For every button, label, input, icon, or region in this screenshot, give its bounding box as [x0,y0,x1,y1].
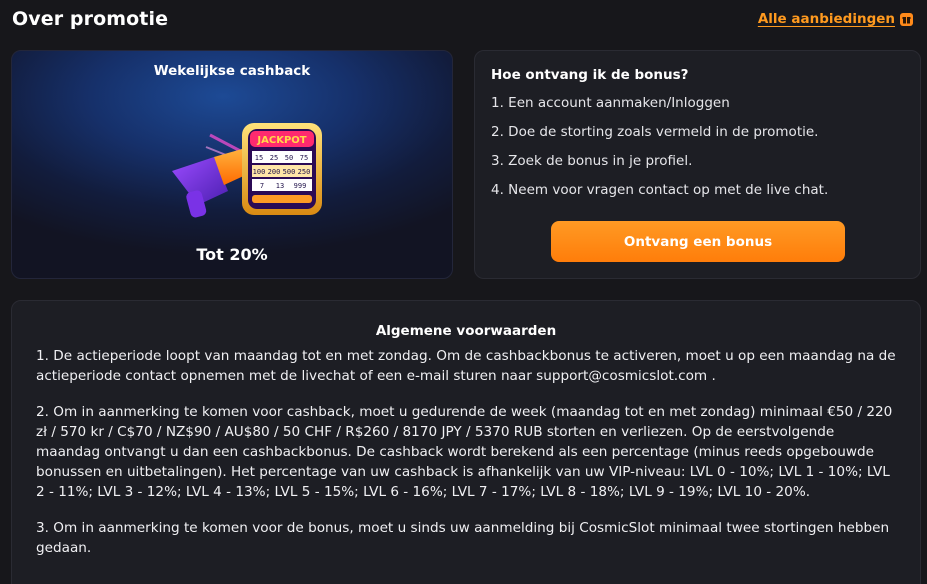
bonus-steps-card: Hoe ontvang ik de bonus? 1. Een account … [474,50,921,279]
jackpot-text: JACKPOT [256,135,306,146]
promo-card: Wekelijkse cashback JACKPOT 15 25 50 75 … [11,50,453,279]
step-item: 1. Een account aanmaken/Inloggen [491,95,730,111]
page-title: Over promotie [12,8,169,30]
slot-cell: 250 [298,168,311,176]
header: Over promotie Alle aanbiedingen [12,6,913,32]
all-offers-link[interactable]: Alle aanbiedingen [758,11,913,27]
slot-cell: 500 [283,168,296,176]
promo-value: Tot 20% [196,245,268,264]
slot-cell: 25 [270,154,278,162]
steps-title: Hoe ontvang ik de bonus? [491,67,689,83]
terms-paragraph: 2. Om in aanmerking te komen voor cashba… [36,404,893,500]
slot-cell: 200 [268,168,281,176]
slot-cell: 999 [294,182,307,190]
terms-card: Algemene voorwaarden 1. De actieperiode … [11,300,921,584]
step-item: 4. Neem voor vragen contact op met de li… [491,182,829,198]
all-offers-label[interactable]: Alle aanbiedingen [758,11,895,27]
slot-machine-gun-illustration: JACKPOT 15 25 50 75 100 200 500 250 7 13… [172,123,322,218]
slot-cell: 15 [255,154,263,162]
slot-cell: 13 [276,182,284,190]
terms-title: Algemene voorwaarden [375,323,557,339]
promo-title: Wekelijkse cashback [153,63,311,79]
terms-paragraph: 1. De actieperiode loopt van maandag tot… [36,348,896,384]
get-bonus-button[interactable]: Ontvang een bonus [551,221,845,262]
slot-cell: 50 [285,154,293,162]
slot-cell: 7 [260,182,264,190]
step-item: 3. Zoek de bonus in je profiel. [491,153,693,169]
promotion-page: Over promotie Alle aanbiedingen Wekelijk… [0,0,927,584]
gift-icon [900,12,913,26]
step-item: 2. Doe de storting zoals vermeld in de p… [491,124,819,140]
slot-cell: 75 [300,154,308,162]
slot-cell: 100 [253,168,266,176]
terms-paragraph: 3. Om in aanmerking te komen voor de bon… [36,520,890,556]
